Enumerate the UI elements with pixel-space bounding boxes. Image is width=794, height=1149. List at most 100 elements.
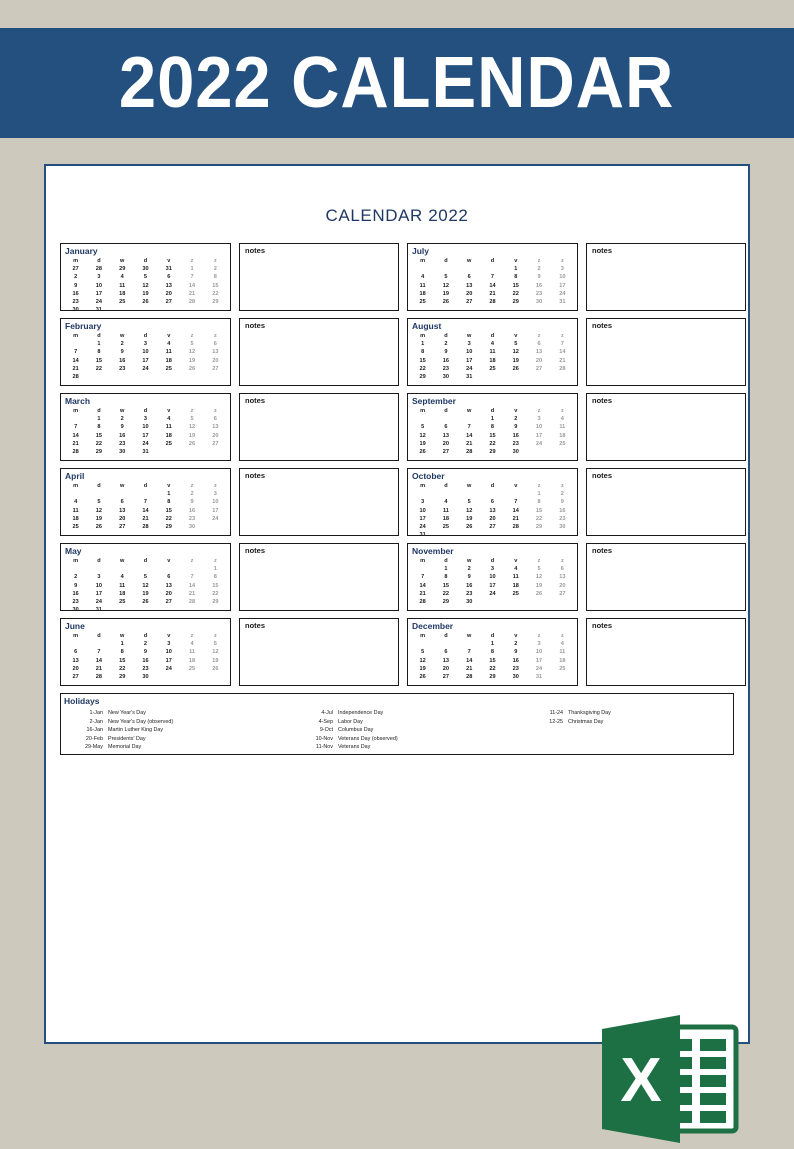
month-name: January (65, 246, 98, 256)
month-day-grid: m d w d v z z 27 28 29 30 31 1 2 2 3 4 5 6 7 8 9 10 11 12 13 14 15 1… (64, 257, 227, 311)
weekday-header: d (490, 633, 495, 639)
day-cell: 22 (489, 665, 496, 672)
day-cell (157, 673, 180, 681)
weekday-header: d (143, 483, 148, 489)
day-cell: 13 (535, 349, 543, 356)
notes-box[interactable]: notes (586, 618, 746, 686)
holiday-row: 10-Nov Veterans Day (observed) (302, 735, 532, 744)
day-cell: 3 (143, 341, 148, 348)
notes-box[interactable]: notes (586, 468, 746, 536)
day-cell: 30 (535, 299, 543, 306)
day-cell: 8 (97, 349, 101, 356)
day-cell: 11 (559, 649, 566, 656)
day-cell: 4 (167, 341, 171, 348)
day-cell: 1 (213, 566, 217, 573)
notes-box[interactable]: notes (239, 318, 399, 386)
day-cell (527, 598, 550, 606)
day-cell: 18 (72, 515, 79, 522)
notes-box[interactable]: notes (586, 243, 746, 311)
day-cell: 21 (466, 440, 473, 447)
month-box-december: December m d w d v z z 1 2 3 4 5 6 7 8 9 10 11 12 13 14 15 16 17… (407, 618, 578, 686)
weekday-header: w (467, 408, 472, 414)
weekday-header: m (73, 633, 79, 639)
weekday-header: d (143, 633, 148, 639)
day-cell: 21 (419, 590, 426, 597)
weekday-header: v (167, 408, 171, 414)
day-cell: 23 (512, 440, 519, 447)
day-cell: 21 (512, 515, 519, 522)
day-cell: 25 (72, 524, 79, 531)
day-cell: 27 (119, 524, 126, 531)
holiday-date: 4-Sep (318, 718, 333, 725)
day-cell (134, 565, 157, 573)
weekday-header: v (514, 558, 518, 564)
weekday-header: w (120, 408, 125, 414)
day-cell: 10 (489, 574, 496, 581)
notes-label: notes (245, 471, 266, 480)
day-cell: 6 (537, 341, 541, 348)
day-cell: 17 (95, 290, 103, 297)
banner-title: 2022 CALENDAR (119, 43, 675, 123)
day-cell: 16 (442, 357, 450, 364)
notes-box[interactable]: notes (586, 543, 746, 611)
day-cell (481, 265, 504, 273)
day-cell: 28 (559, 365, 566, 372)
holiday-name: Presidents' Day (108, 735, 146, 742)
notes-box[interactable]: notes (239, 393, 399, 461)
day-cell: 18 (489, 357, 496, 364)
notes-box[interactable]: notes (239, 243, 399, 311)
day-cell: 11 (165, 349, 172, 356)
day-cell: 24 (559, 290, 566, 297)
day-cell: 12 (419, 657, 426, 664)
notes-box[interactable]: notes (239, 543, 399, 611)
day-cell: 15 (95, 357, 103, 364)
day-cell: 22 (165, 515, 172, 522)
day-cell: 3 (167, 641, 171, 648)
notes-box[interactable]: notes (586, 318, 746, 386)
day-cell: 26 (535, 590, 543, 597)
weekday-header: z (537, 258, 541, 264)
day-cell: 9 (190, 499, 194, 506)
day-cell: 19 (419, 665, 426, 672)
weekday-header: z (190, 408, 194, 414)
day-cell: 30 (119, 449, 126, 456)
weekday-header: d (444, 408, 448, 414)
day-cell (527, 448, 550, 456)
day-cell: 30 (188, 524, 196, 531)
day-cell: 28 (489, 299, 496, 306)
day-cell (204, 448, 227, 456)
day-cell: 28 (188, 299, 196, 306)
weekday-header: z (560, 258, 564, 264)
day-cell: 4 (167, 416, 171, 423)
notes-box[interactable]: notes (586, 393, 746, 461)
holiday-date: 20-Feb (85, 735, 103, 742)
day-cell: 20 (559, 582, 566, 589)
notes-box[interactable]: notes (239, 468, 399, 536)
day-cell: 16 (119, 432, 126, 439)
holiday-name: Labor Day (338, 718, 363, 725)
day-cell: 29 (165, 524, 172, 531)
holiday-date: 11-24 (549, 710, 563, 716)
notes-box[interactable]: notes (239, 618, 399, 686)
day-cell (527, 531, 550, 535)
day-cell: 8 (421, 349, 425, 356)
day-cell: 29 (212, 599, 219, 606)
day-cell: 24 (95, 299, 103, 306)
day-cell: 9 (120, 424, 124, 431)
day-cell (157, 373, 180, 381)
day-cell: 6 (490, 499, 495, 506)
weekday-header: z (560, 333, 564, 339)
day-cell: 12 (535, 574, 543, 581)
day-cell: 5 (514, 341, 518, 348)
day-cell: 13 (559, 574, 566, 581)
day-cell: 31 (559, 299, 566, 306)
month-day-grid: m d w d v z z 1 2 3 4 5 6 7 8 9 10 11 12 13 14 15 16 17 18 19 20 21… (64, 632, 227, 681)
day-cell: 30 (72, 307, 79, 311)
day-cell: 14 (559, 349, 566, 356)
month-day-grid: m d w d v z z 1 2 3 4 5 6 7 8 9 10 11 12 13 14 15 16 17 18 19 20 21… (411, 632, 574, 681)
day-cell (134, 373, 157, 381)
day-cell (134, 306, 157, 310)
day-cell: 12 (142, 582, 149, 589)
day-cell (111, 490, 134, 498)
day-cell: 11 (189, 649, 195, 656)
